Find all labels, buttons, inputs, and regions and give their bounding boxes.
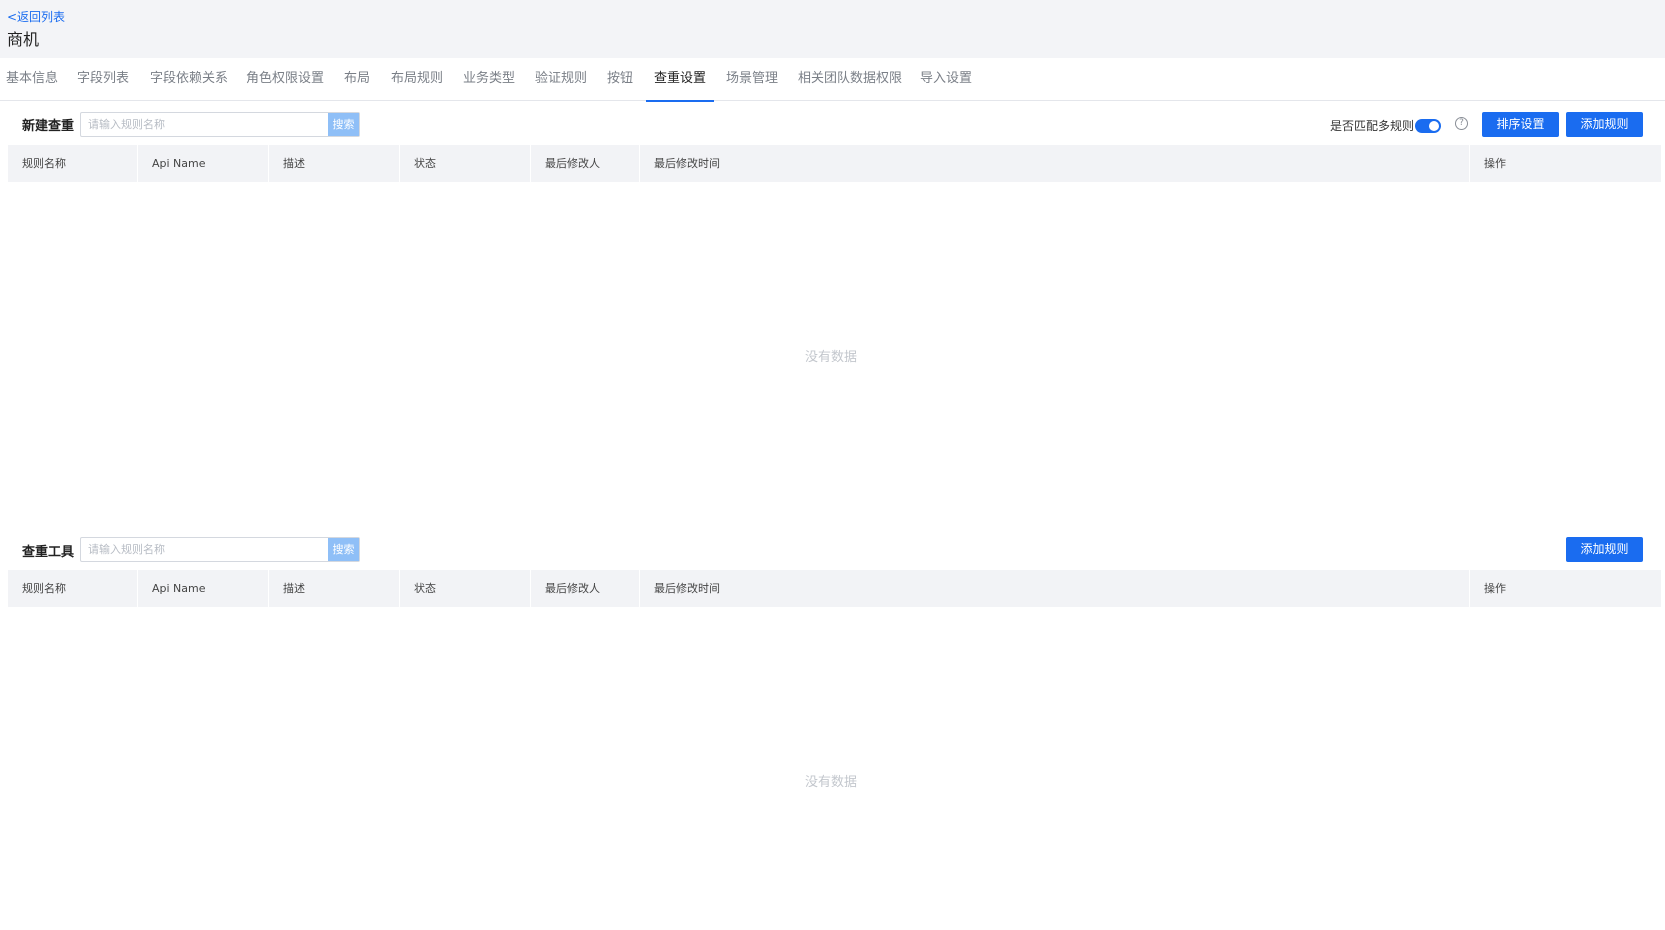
question-circle-icon[interactable]: ?: [1455, 117, 1468, 130]
toggle-knob: [1429, 121, 1439, 131]
multi-match-toggle[interactable]: [1415, 119, 1441, 133]
tab-validation-rules[interactable]: 验证规则: [535, 58, 587, 101]
col-rule-name: 规则名称: [8, 570, 138, 607]
tool-empty-text: 没有数据: [805, 775, 858, 790]
col-status: 状态: [400, 145, 531, 182]
add-tool-rule-button[interactable]: 添加规则: [1566, 537, 1643, 562]
col-status: 状态: [400, 570, 531, 607]
tool-search-input[interactable]: [81, 538, 330, 561]
back-to-list-link[interactable]: <返回列表: [7, 8, 65, 25]
tab-buttons[interactable]: 按钮: [607, 58, 633, 101]
dedupe-search-box: 搜索: [80, 112, 360, 137]
col-rule-name: 规则名称: [8, 145, 138, 182]
tab-scene-management[interactable]: 场景管理: [726, 58, 778, 101]
add-dedupe-rule-button[interactable]: 添加规则: [1566, 112, 1643, 137]
tab-layout-rules[interactable]: 布局规则: [391, 58, 443, 101]
tab-dedupe-settings[interactable]: 查重设置: [645, 58, 715, 102]
col-actions: 操作: [1484, 157, 1506, 170]
tab-field-list[interactable]: 字段列表: [77, 58, 129, 101]
col-api-name: Api Name: [138, 570, 269, 607]
tab-business-type[interactable]: 业务类型: [463, 58, 515, 101]
col-last-modified: 最后修改时间: [640, 145, 1470, 182]
col-last-modifier: 最后修改人: [531, 145, 640, 182]
tab-basic-info[interactable]: 基本信息: [6, 58, 58, 101]
settings-tabs: 基本信息 字段列表 字段依赖关系 角色权限设置 布局 布局规则 业务类型 验证规…: [0, 58, 1665, 102]
dedupe-search-button[interactable]: 搜索: [328, 113, 359, 136]
page-title: 商机: [7, 30, 40, 49]
tab-role-permissions[interactable]: 角色权限设置: [246, 58, 324, 101]
sort-settings-button[interactable]: 排序设置: [1482, 112, 1559, 137]
dedupe-section-title: 新建查重: [22, 119, 75, 134]
tab-import-settings[interactable]: 导入设置: [920, 58, 972, 101]
tool-section-title: 查重工具: [22, 545, 75, 560]
page-header: <返回列表 商机: [0, 0, 1665, 58]
tab-layout[interactable]: 布局: [344, 58, 370, 101]
col-description: 描述: [269, 570, 400, 607]
dedupe-empty-text: 没有数据: [805, 350, 858, 365]
col-actions: 操作: [1484, 582, 1506, 595]
tab-field-dependency[interactable]: 字段依赖关系: [150, 58, 228, 101]
tool-search-box: 搜索: [80, 537, 360, 562]
dedupe-search-input[interactable]: [81, 113, 330, 136]
col-last-modifier: 最后修改人: [531, 570, 640, 607]
dedupe-table-header: 规则名称 Api Name 描述 状态 最后修改人 最后修改时间 操作: [8, 145, 1661, 182]
tab-team-data-permissions[interactable]: 相关团队数据权限: [798, 58, 902, 101]
col-description: 描述: [269, 145, 400, 182]
col-api-name: Api Name: [138, 145, 269, 182]
tool-table-header: 规则名称 Api Name 描述 状态 最后修改人 最后修改时间 操作: [8, 570, 1661, 607]
tool-search-button[interactable]: 搜索: [328, 538, 359, 561]
col-last-modified: 最后修改时间: [640, 570, 1470, 607]
multi-match-label: 是否匹配多规则: [1330, 119, 1415, 133]
